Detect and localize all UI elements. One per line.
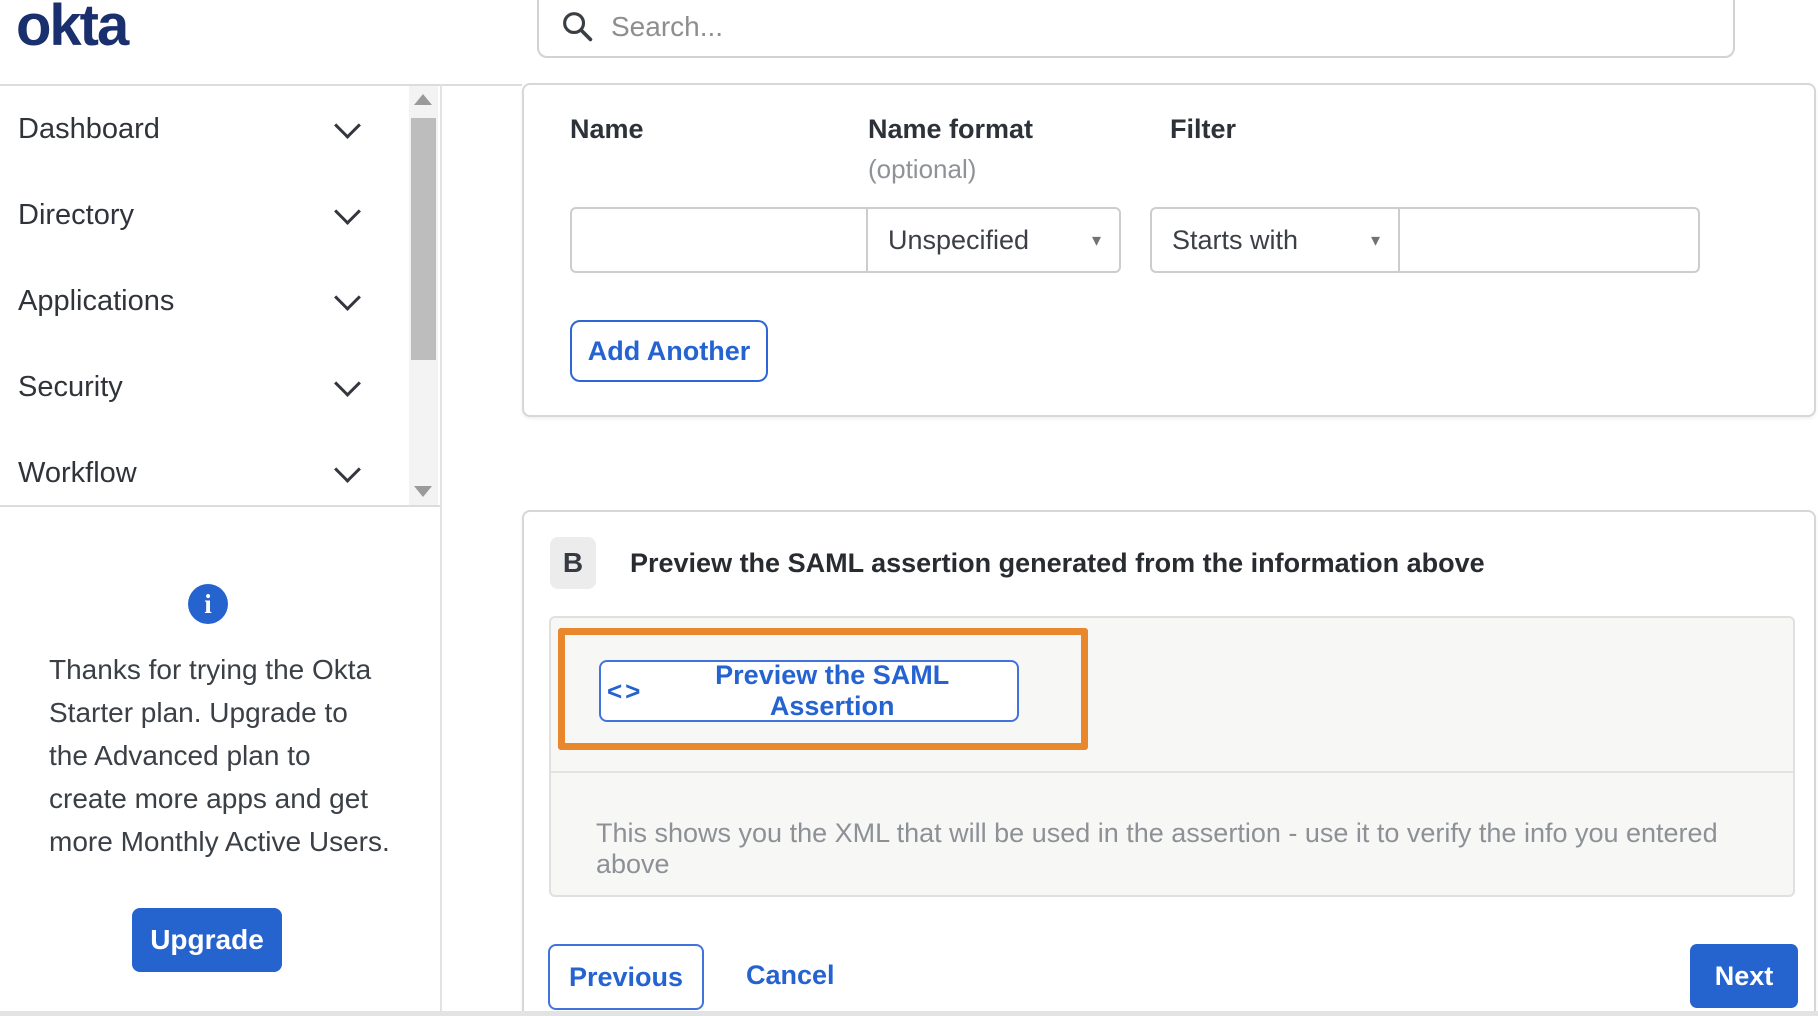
sidebar-item-workflow[interactable]: Workflow (0, 430, 440, 505)
upgrade-message-line: more Monthly Active Users. (49, 826, 390, 857)
sidebar-item-label: Workflow (18, 456, 137, 489)
name-format-optional-note: (optional) (868, 154, 977, 184)
panel-divider (551, 771, 1793, 773)
chevron-down-icon (334, 456, 361, 483)
sidebar-item-security[interactable]: Security (0, 344, 440, 430)
okta-admin-screen: okta Dashboard Directory Applications Secur… (0, 0, 1818, 1016)
name-format-select[interactable]: Unspecified ▾ (866, 207, 1121, 273)
attribute-name-input[interactable] (572, 209, 866, 271)
name-column-label: Name (570, 114, 644, 144)
search-icon (563, 12, 593, 42)
next-button[interactable]: Next (1690, 944, 1798, 1008)
upgrade-message-line: Starter plan. Upgrade to (49, 697, 348, 728)
cancel-link[interactable]: Cancel (746, 960, 835, 991)
sidebar-item-label: Dashboard (18, 112, 160, 145)
preview-panel: <> Preview the SAML Assertion This shows… (549, 616, 1795, 897)
preview-description: This shows you the XML that will be used… (596, 818, 1718, 879)
chevron-down-icon (334, 370, 361, 397)
scroll-up-arrow-icon[interactable] (414, 94, 432, 105)
upgrade-panel: i Thanks for trying the Okta Starter plan… (0, 507, 440, 1016)
preview-assertion-card: B Preview the SAML assertion generated f… (522, 510, 1816, 1016)
window-bottom-strip (0, 1011, 1818, 1016)
step-b-badge: B (550, 537, 596, 589)
info-icon: i (188, 584, 228, 624)
upgrade-message-line: the Advanced plan to (49, 740, 311, 771)
dropdown-arrow-icon: ▾ (1091, 229, 1101, 250)
attribute-name-field (570, 207, 868, 273)
search-input[interactable] (609, 10, 1613, 44)
sidebar-scrollbar[interactable] (409, 86, 438, 505)
filter-value-field (1398, 207, 1700, 273)
sidebar-nav: Dashboard Directory Applications Security Wo… (0, 86, 440, 505)
previous-button[interactable]: Previous (548, 944, 704, 1010)
chevron-down-icon (334, 284, 361, 311)
filter-column-label: Filter (1170, 114, 1237, 144)
filter-type-selected-value: Starts with (1172, 224, 1299, 255)
sidebar-item-directory[interactable]: Directory (0, 172, 440, 258)
filter-type-select[interactable]: Starts with ▾ (1150, 207, 1400, 273)
search-bar-inner (539, 0, 1733, 56)
name-format-selected-value: Unspecified (888, 224, 1030, 255)
chevron-down-icon (334, 112, 361, 139)
search-bar[interactable] (537, 0, 1735, 58)
chevron-down-icon (334, 198, 361, 225)
upgrade-message: Thanks for trying the Okta Starter plan. … (49, 648, 399, 863)
code-icon: <> (607, 675, 644, 706)
sidebar-item-applications[interactable]: Applications (0, 258, 440, 344)
sidebar-item-label: Security (18, 370, 123, 403)
scrollbar-thumb[interactable] (411, 118, 436, 360)
preview-button-label: Preview the SAML Assertion (715, 660, 950, 721)
sidebar-right-border (440, 84, 442, 1016)
sidebar-item-label: Directory (18, 198, 135, 231)
upgrade-button[interactable]: Upgrade (132, 908, 282, 972)
preview-saml-assertion-button[interactable]: <> Preview the SAML Assertion (599, 660, 1019, 722)
preview-section-heading: Preview the SAML assertion generated fro… (630, 548, 1485, 578)
dropdown-arrow-icon: ▾ (1370, 229, 1380, 250)
sidebar-item-dashboard[interactable]: Dashboard (0, 86, 440, 172)
sidebar-item-label: Applications (18, 284, 175, 317)
attribute-statements-card: Name Name format (optional) Filter Unspe… (522, 83, 1816, 417)
add-another-button[interactable]: Add Another (570, 320, 768, 382)
okta-logo: okta (16, 0, 129, 58)
upgrade-message-line: Thanks for trying the Okta (49, 654, 372, 685)
name-format-column-label: Name format (868, 114, 1034, 144)
scroll-down-arrow-icon[interactable] (414, 486, 432, 497)
upgrade-message-line: create more apps and get (49, 783, 369, 814)
filter-value-input[interactable] (1400, 209, 1698, 271)
